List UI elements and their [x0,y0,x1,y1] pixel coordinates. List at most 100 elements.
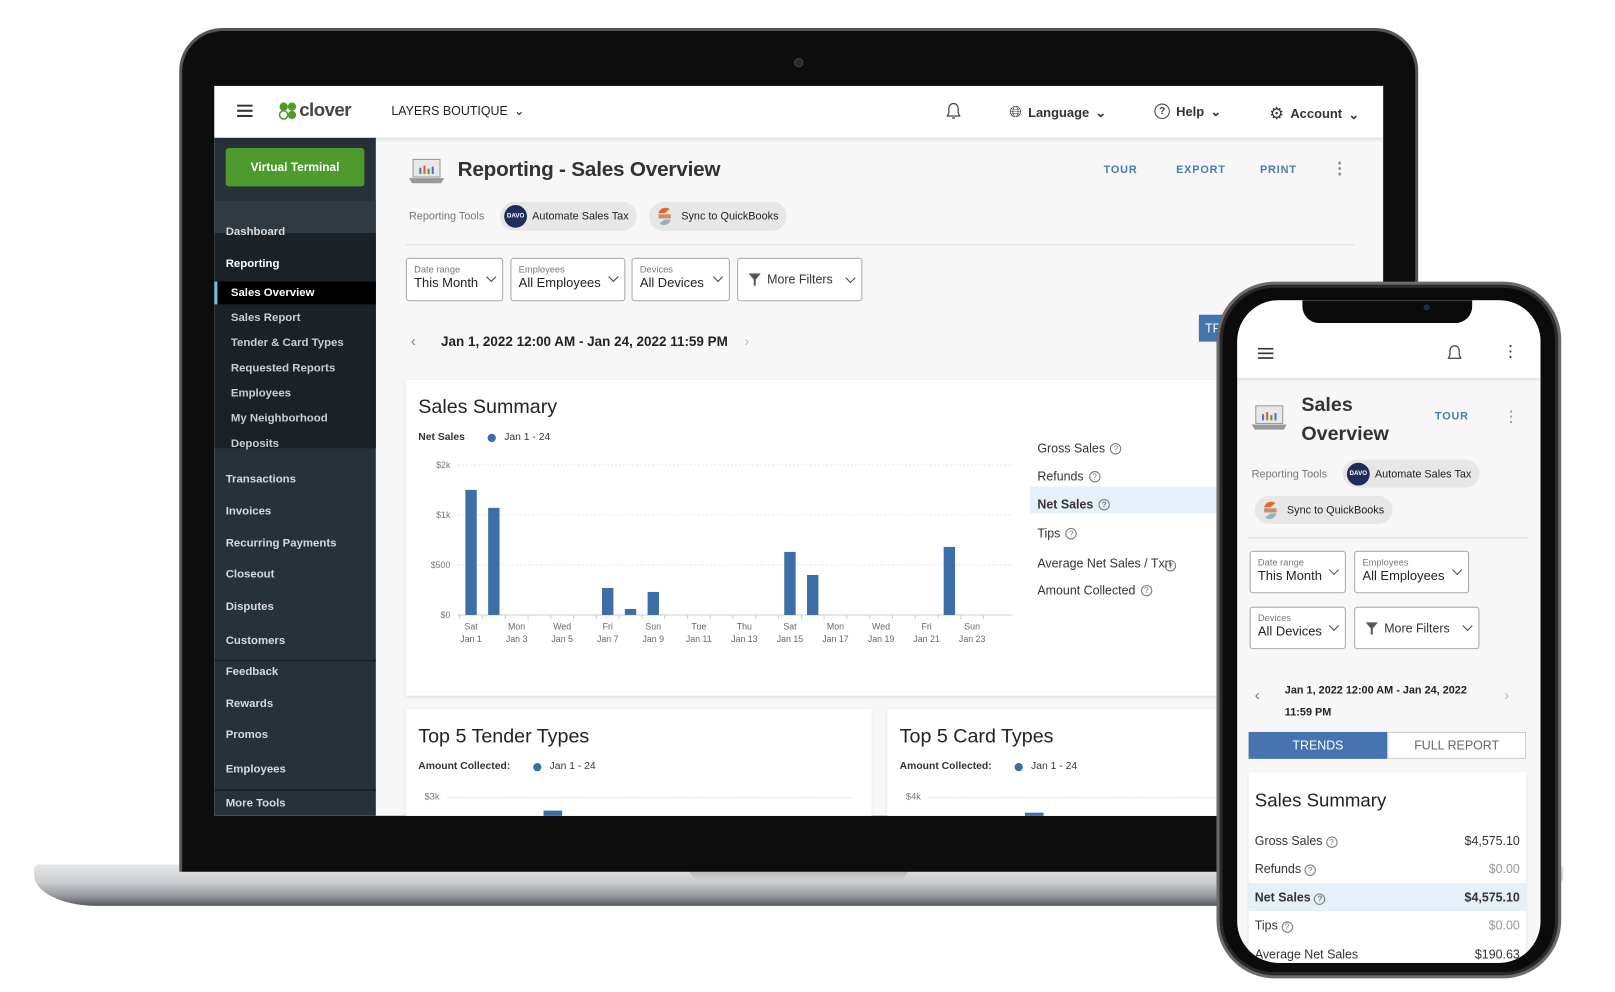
virtual-terminal-button[interactable]: Virtual Terminal [225,148,365,187]
sidebar-item-invoices[interactable]: Invoices [214,500,376,523]
y-tick-label: $500 [431,560,451,570]
devices-filter[interactable]: Devices All Devices [1249,606,1346,650]
x-tick-label: Thu Jan 13 [731,621,758,643]
sidebar-item-my-neighborhood[interactable]: My Neighborhood [214,407,376,430]
sync-quickbooks-chip[interactable]: Sync to QuickBooks [1254,495,1393,524]
phone-screen: ⋮ Sales Overview TOUR ⋮ Reporting Tools D… [1237,300,1541,963]
tour-button[interactable]: TOUR [1104,164,1138,176]
sidebar-item-feedback[interactable]: Feedback [214,661,376,684]
help-menu[interactable]: ? Help ⌄ [1154,103,1222,120]
kebab-menu-icon[interactable]: ⋮ [1502,342,1519,363]
metric-amount-collected[interactable]: Amount Collected? [1037,583,1152,597]
language-menu[interactable]: 🌐︎ Language ⌄ [1009,104,1106,122]
sync-logo-icon [1264,501,1277,519]
employees-filter[interactable]: Employees All Employees [510,257,626,302]
metric-label: Net Sales [1037,496,1094,512]
chevron-down-icon: ⌄ [1210,104,1222,120]
clover-leaf-icon [278,101,297,120]
reporting-tools-label: Reporting Tools [408,210,485,223]
employees-filter[interactable]: Employees All Employees [1354,550,1470,594]
help-circle-icon[interactable]: ? [1325,836,1338,848]
kebab-menu-icon[interactable]: ⋮ [1503,407,1519,426]
automate-sales-tax-chip[interactable]: DAVO Automate Sales Tax [1342,459,1480,488]
sidebar-item-reporting[interactable]: Reporting [214,253,376,276]
filter-label: Devices [639,264,673,275]
sidebar-item-employees[interactable]: Employees [214,758,376,781]
sidebar-item-rewards[interactable]: Rewards [214,693,376,716]
help-circle-icon[interactable]: ? [1164,560,1177,572]
metric-net-sales[interactable]: Net Sales? [1037,497,1110,511]
sidebar-item-dashboard[interactable]: Dashboard [214,221,376,244]
full-report-tab[interactable]: FULL REPORT [1387,731,1527,759]
help-circle-icon[interactable]: ? [1281,921,1293,933]
help-circle-icon[interactable]: ? [1314,892,1326,905]
davo-logo: DAVO [1346,462,1370,486]
export-button[interactable]: EXPORT [1176,164,1226,176]
metric-gross-sales[interactable]: Gross Sales? [1037,441,1122,456]
sidebar-item-sales-report[interactable]: Sales Report [214,306,376,329]
more-filters-button[interactable]: More Filters [737,257,863,302]
y-tick-label: $1k [436,510,451,520]
sidebar-item-tender-card-types[interactable]: Tender & Card Types [214,331,376,354]
sync-quickbooks-chip[interactable]: Sync to QuickBooks [649,201,787,231]
x-tick-label: Sat Jan 1 [460,621,482,643]
previous-period-chevron-icon[interactable]: ‹ [411,332,416,349]
globe-icon: 🌐︎ [1009,103,1022,122]
hamburger-menu-icon[interactable] [237,104,253,117]
help-circle-icon[interactable]: ? [1304,864,1316,876]
sidebar-item-sales-overview[interactable]: Sales Overview [214,281,376,305]
kebab-menu-icon[interactable]: ⋮ [1331,158,1348,179]
business-switcher[interactable]: LAYERS BOUTIQUE ⌄ [391,104,524,118]
metric-refunds[interactable]: Refunds? [1037,469,1101,483]
x-tick-label: Fri Jan 7 [597,621,619,643]
legend-label: Amount Collected: [899,760,992,773]
reporting-laptop-icon [1251,405,1287,430]
date-range-filter[interactable]: Date range This Month [405,257,504,302]
trends-tab[interactable]: TRENDS [1248,731,1388,759]
metric-average-net-sales-txn[interactable]: Average Net Sales / Txn? [1037,556,1182,572]
chevron-down-icon: ⌄ [1348,107,1360,122]
next-period-chevron-icon[interactable]: › [1504,686,1509,703]
help-circle-icon[interactable]: ? [1088,470,1101,482]
x-tick-label: Mon Jan 3 [506,621,528,643]
filter-label: Date range [1257,556,1304,568]
metric-tips[interactable]: Tips? [1037,526,1077,540]
legend-label: Net Sales [418,431,465,444]
sidebar-item-recurring-payments[interactable]: Recurring Payments [214,532,376,555]
previous-period-chevron-icon[interactable]: ‹ [1255,686,1260,703]
help-circle-icon[interactable]: ? [1098,498,1110,510]
hamburger-menu-icon[interactable] [1257,347,1274,359]
clover-logo[interactable]: clover [278,99,352,121]
davo-logo: DAVO [504,204,527,228]
sidebar-item-deposits[interactable]: Deposits [214,433,376,456]
x-tick-label: Mon Jan 17 [822,621,849,643]
bell-icon[interactable] [946,102,961,120]
sidebar-item-more-tools[interactable]: More Tools [214,792,376,815]
sidebar-item-disputes[interactable]: Disputes [214,595,376,618]
sidebar-item-customers[interactable]: Customers [214,629,376,652]
sidebar-item-requested-reports[interactable]: Requested Reports [214,357,376,380]
sidebar-item-transactions[interactable]: Transactions [214,468,376,491]
title-line: Sales [1301,394,1353,417]
more-filters-button[interactable]: More Filters [1354,606,1480,650]
help-circle-icon[interactable]: ? [1110,442,1122,454]
date-range-filter[interactable]: Date range This Month [1249,550,1346,594]
devices-filter[interactable]: Devices All Devices [631,257,730,302]
date-range-display: Jan 1, 2022 12:00 AM - Jan 24, 2022 11:5… [441,333,728,349]
filter-funnel-icon [1365,621,1378,635]
sidebar-item-closeout[interactable]: Closeout [214,563,376,586]
chevron-down-icon [1462,620,1473,631]
next-period-chevron-icon[interactable]: › [744,332,749,349]
sidebar-item-employees[interactable]: Employees [214,382,376,405]
print-button[interactable]: PRINT [1260,164,1297,176]
automate-sales-tax-chip[interactable]: DAVO Automate Sales Tax [500,201,637,231]
tour-button[interactable]: TOUR [1435,410,1469,422]
sidebar-item-promos[interactable]: Promos [214,724,376,747]
bar [543,810,563,816]
help-circle-icon: ? [1154,103,1170,120]
account-menu[interactable]: ⚙︎ Account ⌄ [1269,104,1359,125]
help-circle-icon[interactable]: ? [1065,527,1077,539]
bell-icon[interactable] [1447,345,1462,362]
help-circle-icon[interactable]: ? [1140,584,1152,596]
row-value: $4,575.10 [1464,889,1520,905]
